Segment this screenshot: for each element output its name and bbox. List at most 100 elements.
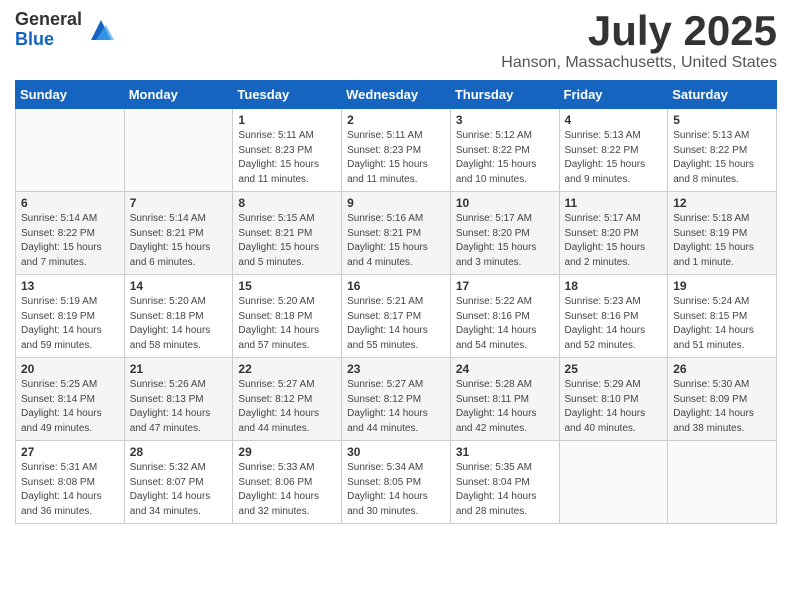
calendar-cell: 25 Sunrise: 5:29 AMSunset: 8:10 PMDayligh… — [559, 358, 668, 441]
calendar-cell: 21 Sunrise: 5:26 AMSunset: 8:13 PMDayligh… — [124, 358, 233, 441]
calendar-cell: 28Sunrise: 5:32 AMSunset: 8:07 PMDayligh… — [124, 441, 233, 524]
day-number: 1 — [238, 113, 336, 127]
calendar-cell — [559, 441, 668, 524]
day-number: 20 — [21, 362, 119, 376]
calendar-cell: 13 Sunrise: 5:19 AMSunset: 8:19 PMDayligh… — [16, 275, 125, 358]
weekday-header-tuesday: Tuesday — [233, 81, 342, 109]
day-info: Sunrise: 5:29 AMSunset: 8:10 PMDaylight:… — [565, 378, 663, 436]
day-info: Sunrise: 5:34 AMSunset: 8:05 PMDaylight:… — [347, 461, 445, 519]
day-info: Sunrise: 5:27 AMSunset: 8:12 PMDaylight:… — [238, 378, 336, 436]
day-number: 16 — [347, 279, 445, 293]
calendar-cell: 9 Sunrise: 5:16 AMSunset: 8:21 PMDaylight… — [342, 192, 451, 275]
location-text: Hanson, Massachusetts, United States — [501, 54, 777, 72]
day-info: Sunrise: 5:11 AMSunset: 8:23 PMDaylight:… — [347, 129, 445, 187]
weekday-header-sunday: Sunday — [16, 81, 125, 109]
calendar-cell: 7 Sunrise: 5:14 AMSunset: 8:21 PMDaylight… — [124, 192, 233, 275]
month-title: July 2025 — [501, 10, 777, 52]
day-number: 10 — [456, 196, 554, 210]
calendar-cell: 4Sunrise: 5:13 AMSunset: 8:22 PMDaylight… — [559, 109, 668, 192]
day-number: 19 — [673, 279, 771, 293]
calendar-cell: 6Sunrise: 5:14 AMSunset: 8:22 PMDaylight… — [16, 192, 125, 275]
day-info: Sunrise: 5:19 AMSunset: 8:19 PMDaylight:… — [21, 295, 119, 353]
logo: General Blue — [15, 10, 116, 50]
calendar-week-row: 13 Sunrise: 5:19 AMSunset: 8:19 PMDayligh… — [16, 275, 777, 358]
logo-general-text: General — [15, 10, 82, 30]
day-info: Sunrise: 5:33 AMSunset: 8:06 PMDaylight:… — [238, 461, 336, 519]
calendar-cell: 20 Sunrise: 5:25 AMSunset: 8:14 PMDayligh… — [16, 358, 125, 441]
day-info: Sunrise: 5:35 AMSunset: 8:04 PMDaylight:… — [456, 461, 554, 519]
day-info: Sunrise: 5:18 AMSunset: 8:19 PMDaylight:… — [673, 212, 771, 270]
calendar-week-row: 20 Sunrise: 5:25 AMSunset: 8:14 PMDayligh… — [16, 358, 777, 441]
day-number: 29 — [238, 445, 336, 459]
day-info: Sunrise: 5:16 AMSunset: 8:21 PMDaylight:… — [347, 212, 445, 270]
calendar-cell: 8 Sunrise: 5:15 AMSunset: 8:21 PMDaylight… — [233, 192, 342, 275]
calendar-cell: 17 Sunrise: 5:22 AMSunset: 8:16 PMDayligh… — [450, 275, 559, 358]
day-info: Sunrise: 5:28 AMSunset: 8:11 PMDaylight:… — [456, 378, 554, 436]
day-number: 21 — [130, 362, 228, 376]
calendar-cell: 1 Sunrise: 5:11 AMSunset: 8:23 PMDaylight… — [233, 109, 342, 192]
calendar-cell: 3 Sunrise: 5:12 AMSunset: 8:22 PMDaylight… — [450, 109, 559, 192]
day-number: 22 — [238, 362, 336, 376]
day-number: 26 — [673, 362, 771, 376]
day-info: Sunrise: 5:20 AMSunset: 8:18 PMDaylight:… — [238, 295, 336, 353]
calendar-week-row: 1 Sunrise: 5:11 AMSunset: 8:23 PMDaylight… — [16, 109, 777, 192]
day-number: 7 — [130, 196, 228, 210]
calendar-cell — [16, 109, 125, 192]
day-info: Sunrise: 5:12 AMSunset: 8:22 PMDaylight:… — [456, 129, 554, 187]
calendar-cell: 31Sunrise: 5:35 AMSunset: 8:04 PMDayligh… — [450, 441, 559, 524]
day-info: Sunrise: 5:25 AMSunset: 8:14 PMDaylight:… — [21, 378, 119, 436]
title-area: July 2025 Hanson, Massachusetts, United … — [501, 10, 777, 72]
calendar-cell: 26 Sunrise: 5:30 AMSunset: 8:09 PMDayligh… — [668, 358, 777, 441]
day-number: 18 — [565, 279, 663, 293]
logo-icon — [86, 15, 116, 45]
day-info: Sunrise: 5:30 AMSunset: 8:09 PMDaylight:… — [673, 378, 771, 436]
weekday-header-saturday: Saturday — [668, 81, 777, 109]
day-number: 17 — [456, 279, 554, 293]
weekday-header-friday: Friday — [559, 81, 668, 109]
day-number: 4 — [565, 113, 663, 127]
calendar-cell: 12Sunrise: 5:18 AMSunset: 8:19 PMDayligh… — [668, 192, 777, 275]
weekday-header-monday: Monday — [124, 81, 233, 109]
weekday-header-wednesday: Wednesday — [342, 81, 451, 109]
day-number: 30 — [347, 445, 445, 459]
calendar-cell: 5Sunrise: 5:13 AMSunset: 8:22 PMDaylight… — [668, 109, 777, 192]
day-number: 9 — [347, 196, 445, 210]
day-info: Sunrise: 5:17 AMSunset: 8:20 PMDaylight:… — [565, 212, 663, 270]
day-number: 3 — [456, 113, 554, 127]
day-info: Sunrise: 5:32 AMSunset: 8:07 PMDaylight:… — [130, 461, 228, 519]
calendar-cell — [124, 109, 233, 192]
calendar-week-row: 27 Sunrise: 5:31 AMSunset: 8:08 PMDayligh… — [16, 441, 777, 524]
day-number: 6 — [21, 196, 119, 210]
calendar-cell: 29 Sunrise: 5:33 AMSunset: 8:06 PMDayligh… — [233, 441, 342, 524]
calendar-cell: 23Sunrise: 5:27 AMSunset: 8:12 PMDayligh… — [342, 358, 451, 441]
day-info: Sunrise: 5:22 AMSunset: 8:16 PMDaylight:… — [456, 295, 554, 353]
calendar-cell: 19Sunrise: 5:24 AMSunset: 8:15 PMDayligh… — [668, 275, 777, 358]
calendar-cell: 27 Sunrise: 5:31 AMSunset: 8:08 PMDayligh… — [16, 441, 125, 524]
day-number: 2 — [347, 113, 445, 127]
day-number: 8 — [238, 196, 336, 210]
day-info: Sunrise: 5:26 AMSunset: 8:13 PMDaylight:… — [130, 378, 228, 436]
day-number: 23 — [347, 362, 445, 376]
calendar-cell — [668, 441, 777, 524]
day-number: 14 — [130, 279, 228, 293]
calendar-cell: 30 Sunrise: 5:34 AMSunset: 8:05 PMDayligh… — [342, 441, 451, 524]
day-number: 25 — [565, 362, 663, 376]
day-number: 27 — [21, 445, 119, 459]
calendar-cell: 18Sunrise: 5:23 AMSunset: 8:16 PMDayligh… — [559, 275, 668, 358]
day-number: 24 — [456, 362, 554, 376]
day-number: 11 — [565, 196, 663, 210]
weekday-header-thursday: Thursday — [450, 81, 559, 109]
page-header: General Blue July 2025 Hanson, Massachus… — [15, 10, 777, 72]
day-info: Sunrise: 5:31 AMSunset: 8:08 PMDaylight:… — [21, 461, 119, 519]
day-info: Sunrise: 5:17 AMSunset: 8:20 PMDaylight:… — [456, 212, 554, 270]
day-info: Sunrise: 5:21 AMSunset: 8:17 PMDaylight:… — [347, 295, 445, 353]
weekday-header-row: SundayMondayTuesdayWednesdayThursdayFrid… — [16, 81, 777, 109]
day-info: Sunrise: 5:15 AMSunset: 8:21 PMDaylight:… — [238, 212, 336, 270]
day-number: 13 — [21, 279, 119, 293]
calendar-cell: 15Sunrise: 5:20 AMSunset: 8:18 PMDayligh… — [233, 275, 342, 358]
day-info: Sunrise: 5:20 AMSunset: 8:18 PMDaylight:… — [130, 295, 228, 353]
day-info: Sunrise: 5:11 AMSunset: 8:23 PMDaylight:… — [238, 129, 336, 187]
calendar-cell: 2 Sunrise: 5:11 AMSunset: 8:23 PMDaylight… — [342, 109, 451, 192]
calendar-cell: 16 Sunrise: 5:21 AMSunset: 8:17 PMDayligh… — [342, 275, 451, 358]
day-info: Sunrise: 5:14 AMSunset: 8:21 PMDaylight:… — [130, 212, 228, 270]
